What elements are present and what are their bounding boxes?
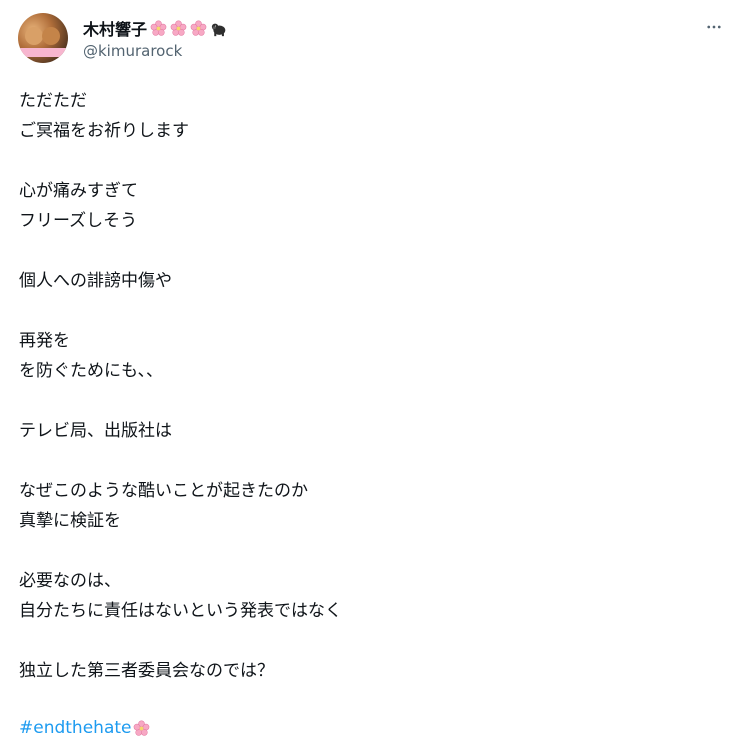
cherry-blossom-icon <box>190 20 207 37</box>
tweet-line <box>19 536 719 566</box>
cherry-blossom-icon <box>150 20 167 37</box>
tweet-line: なぜこのような酷いことが起きたのか <box>19 481 308 501</box>
tweet-line <box>19 296 719 326</box>
tweet-line: 個人への誹謗中傷や <box>19 271 172 291</box>
avatar-banner <box>18 48 68 57</box>
tweet-line <box>19 236 719 266</box>
tweet-line: テレビ局、出版社は <box>19 421 172 441</box>
tweet-line: ただただ <box>19 91 87 111</box>
tweet-text: ただただ ご冥福をお祈りします 心が痛みすぎて フリーズしそう 個人への誹謗中傷… <box>19 86 719 686</box>
author-name-row[interactable]: 木村響子 <box>83 17 227 39</box>
author-handle[interactable]: @kimurarock <box>83 42 182 60</box>
tweet-line: を防ぐためにも、、 <box>19 361 163 381</box>
cherry-blossom-icon <box>133 720 150 737</box>
tweet-line <box>19 386 719 416</box>
tweet-line <box>19 146 719 176</box>
tweet-line <box>19 626 719 656</box>
tweet-line: 自分たちに責任はないという発表ではなく <box>19 601 342 621</box>
more-horizontal-icon <box>707 25 721 29</box>
hashtag-link[interactable]: #endthehate <box>19 718 131 738</box>
gorilla-icon <box>210 20 227 37</box>
tweet-line: フリーズしそう <box>19 211 138 231</box>
hashtag-row: #endthehate <box>19 713 150 743</box>
avatar[interactable] <box>18 13 68 63</box>
cherry-blossom-icon <box>170 20 187 37</box>
author-display-name[interactable]: 木村響子 <box>83 16 147 40</box>
tweet-line: 心が痛みすぎて <box>19 181 138 201</box>
tweet-line: 再発を <box>19 331 70 351</box>
more-options-button[interactable] <box>701 14 727 40</box>
tweet-line: ご冥福をお祈りします <box>19 121 189 141</box>
avatar-face-left <box>25 27 43 45</box>
tweet-line: 必要なのは、 <box>19 571 121 591</box>
tweet-card: 木村響子 @kimurarock ただただ ご冥福をお祈りします 心が痛みすぎて… <box>0 0 740 756</box>
tweet-line: 独立した第三者委員会なのでは？ <box>19 661 274 681</box>
avatar-face-right <box>42 27 60 45</box>
tweet-line: 真摯に検証を <box>19 511 121 531</box>
tweet-line <box>19 446 719 476</box>
